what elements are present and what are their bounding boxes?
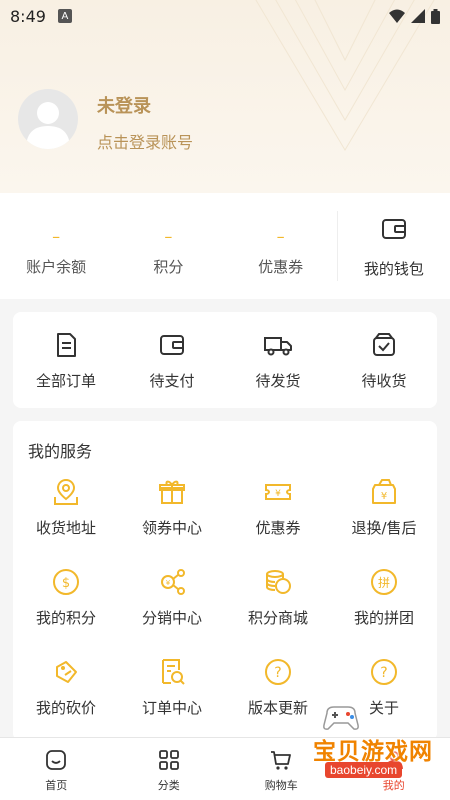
service-version-update-label: 版本更新 [247, 699, 308, 717]
coin-stack-icon [266, 570, 291, 594]
points-value: – [164, 226, 173, 246]
points-label: 积分 [153, 257, 184, 276]
services-grid: 收货地址 领券中心 ¥ 优惠券 ¥ 退换/售后 $ 我的积分 ¥ 分销中心 积分… [13, 477, 437, 747]
account-coupons[interactable]: – 优惠券 [225, 193, 337, 299]
svg-text:$: $ [62, 576, 70, 591]
service-coupon-center[interactable]: 领券中心 [119, 477, 225, 567]
dollar-coin-icon: $ [53, 569, 79, 595]
map-pin-icon [54, 478, 78, 505]
service-coupons-label: 优惠券 [255, 519, 301, 537]
order-unreceived-button[interactable]: 待收货 [331, 312, 437, 408]
service-points-mall[interactable]: 积分商城 [225, 567, 331, 657]
account-points[interactable]: – 积分 [112, 193, 224, 299]
services-title: 我的服务 [28, 442, 93, 461]
battery-icon [431, 8, 440, 24]
order-all-label: 全部订单 [35, 371, 96, 390]
box-check-icon [373, 332, 395, 356]
bottom-nav: 首页 分类 购物车 我的 [0, 737, 450, 800]
balance-label: 账户余额 [26, 257, 87, 276]
service-address-label: 收货地址 [35, 519, 96, 537]
svg-text:?: ? [274, 665, 281, 681]
order-unshipped-button[interactable]: 待发货 [225, 312, 331, 408]
service-bargain[interactable]: 我的砍价 [13, 657, 119, 747]
price-tag-icon [56, 661, 77, 683]
account-panel: – 账户余额 – 积分 – 优惠券 我的钱包 [0, 193, 450, 299]
nav-category[interactable]: 分类 [113, 738, 226, 800]
truck-icon [264, 336, 292, 355]
service-address[interactable]: 收货地址 [13, 477, 119, 567]
service-order-center-label: 订单中心 [141, 699, 202, 717]
order-unreceived-label: 待收货 [361, 371, 407, 390]
service-distribution[interactable]: ¥ 分销中心 [119, 567, 225, 657]
service-distribution-label: 分销中心 [141, 609, 202, 627]
service-bargain-label: 我的砍价 [35, 699, 96, 717]
gift-icon [159, 480, 185, 504]
account-balance[interactable]: – 账户余额 [0, 193, 112, 299]
service-points-mall-label: 积分商城 [247, 609, 308, 627]
wifi-icon [389, 9, 405, 23]
service-my-points[interactable]: $ 我的积分 [13, 567, 119, 657]
question-icon: ? [265, 659, 291, 685]
svg-text:?: ? [380, 665, 387, 681]
order-unshipped-label: 待发货 [255, 371, 301, 390]
order-search-icon [162, 659, 185, 685]
share-network-icon: ¥ [161, 569, 185, 595]
service-refund-label: 退换/售后 [351, 519, 417, 537]
service-coupons[interactable]: ¥ 优惠券 [225, 477, 331, 567]
grid-icon [158, 750, 179, 770]
service-about-label: 关于 [368, 699, 399, 717]
nav-category-label: 分类 [157, 779, 180, 792]
wallet-icon [381, 218, 406, 239]
login-link[interactable]: 点击登录账号 [97, 129, 193, 153]
status-bar: 8:49 A [0, 0, 450, 32]
wallet-icon [160, 334, 184, 355]
group-buy-icon: 拼 [371, 569, 397, 595]
nav-mine[interactable]: 我的 [338, 738, 450, 800]
coupons-value: – [276, 226, 285, 246]
service-coupon-center-label: 领券中心 [141, 519, 202, 537]
svg-text:拼: 拼 [378, 576, 390, 590]
service-version-update[interactable]: ? 版本更新 [225, 657, 331, 747]
avatar[interactable] [18, 89, 78, 149]
nav-cart[interactable]: 购物车 [225, 738, 338, 800]
order-unpaid-button[interactable]: 待支付 [119, 312, 225, 408]
notification-icon: A [57, 9, 72, 23]
service-group-buy[interactable]: 拼 我的拼团 [331, 567, 437, 657]
question-icon: ? [371, 659, 397, 685]
service-about[interactable]: ? 关于 [331, 657, 437, 747]
nav-mine-label: 我的 [382, 779, 405, 792]
service-group-buy-label: 我的拼团 [353, 609, 414, 627]
service-order-center[interactable]: 订单中心 [119, 657, 225, 747]
yen-wallet-icon: ¥ [372, 479, 396, 504]
nav-home-label: 首页 [45, 779, 68, 792]
svg-text:¥: ¥ [381, 491, 387, 502]
coupons-label: 优惠券 [258, 257, 304, 276]
user-avatar-icon [26, 102, 70, 149]
wallet-label: 我的钱包 [363, 259, 424, 278]
services-card: 我的服务 收货地址 领券中心 ¥ 优惠券 ¥ 退换/售后 $ 我的积分 ¥ 分销… [13, 421, 437, 741]
service-my-points-label: 我的积分 [35, 609, 96, 627]
nav-cart-label: 购物车 [264, 779, 298, 792]
user-icon [384, 751, 403, 770]
service-refund[interactable]: ¥ 退换/售后 [331, 477, 437, 567]
document-icon [57, 332, 76, 357]
order-unpaid-label: 待支付 [149, 371, 195, 390]
my-wallet-button[interactable]: 我的钱包 [336, 211, 450, 281]
svg-text:¥: ¥ [275, 489, 281, 499]
status-time: 8:49 [10, 6, 46, 26]
nav-home[interactable]: 首页 [0, 738, 113, 800]
balance-value: – [52, 226, 61, 246]
home-icon [46, 750, 67, 770]
orders-card: 全部订单 待支付 待发货 待收货 [13, 312, 437, 408]
order-all-button[interactable]: 全部订单 [13, 312, 119, 408]
cart-icon [271, 751, 292, 770]
signal-icon [411, 9, 425, 23]
svg-text:¥: ¥ [166, 579, 171, 587]
login-status[interactable]: 未登录 [97, 92, 151, 118]
ticket-icon: ¥ [265, 484, 291, 500]
